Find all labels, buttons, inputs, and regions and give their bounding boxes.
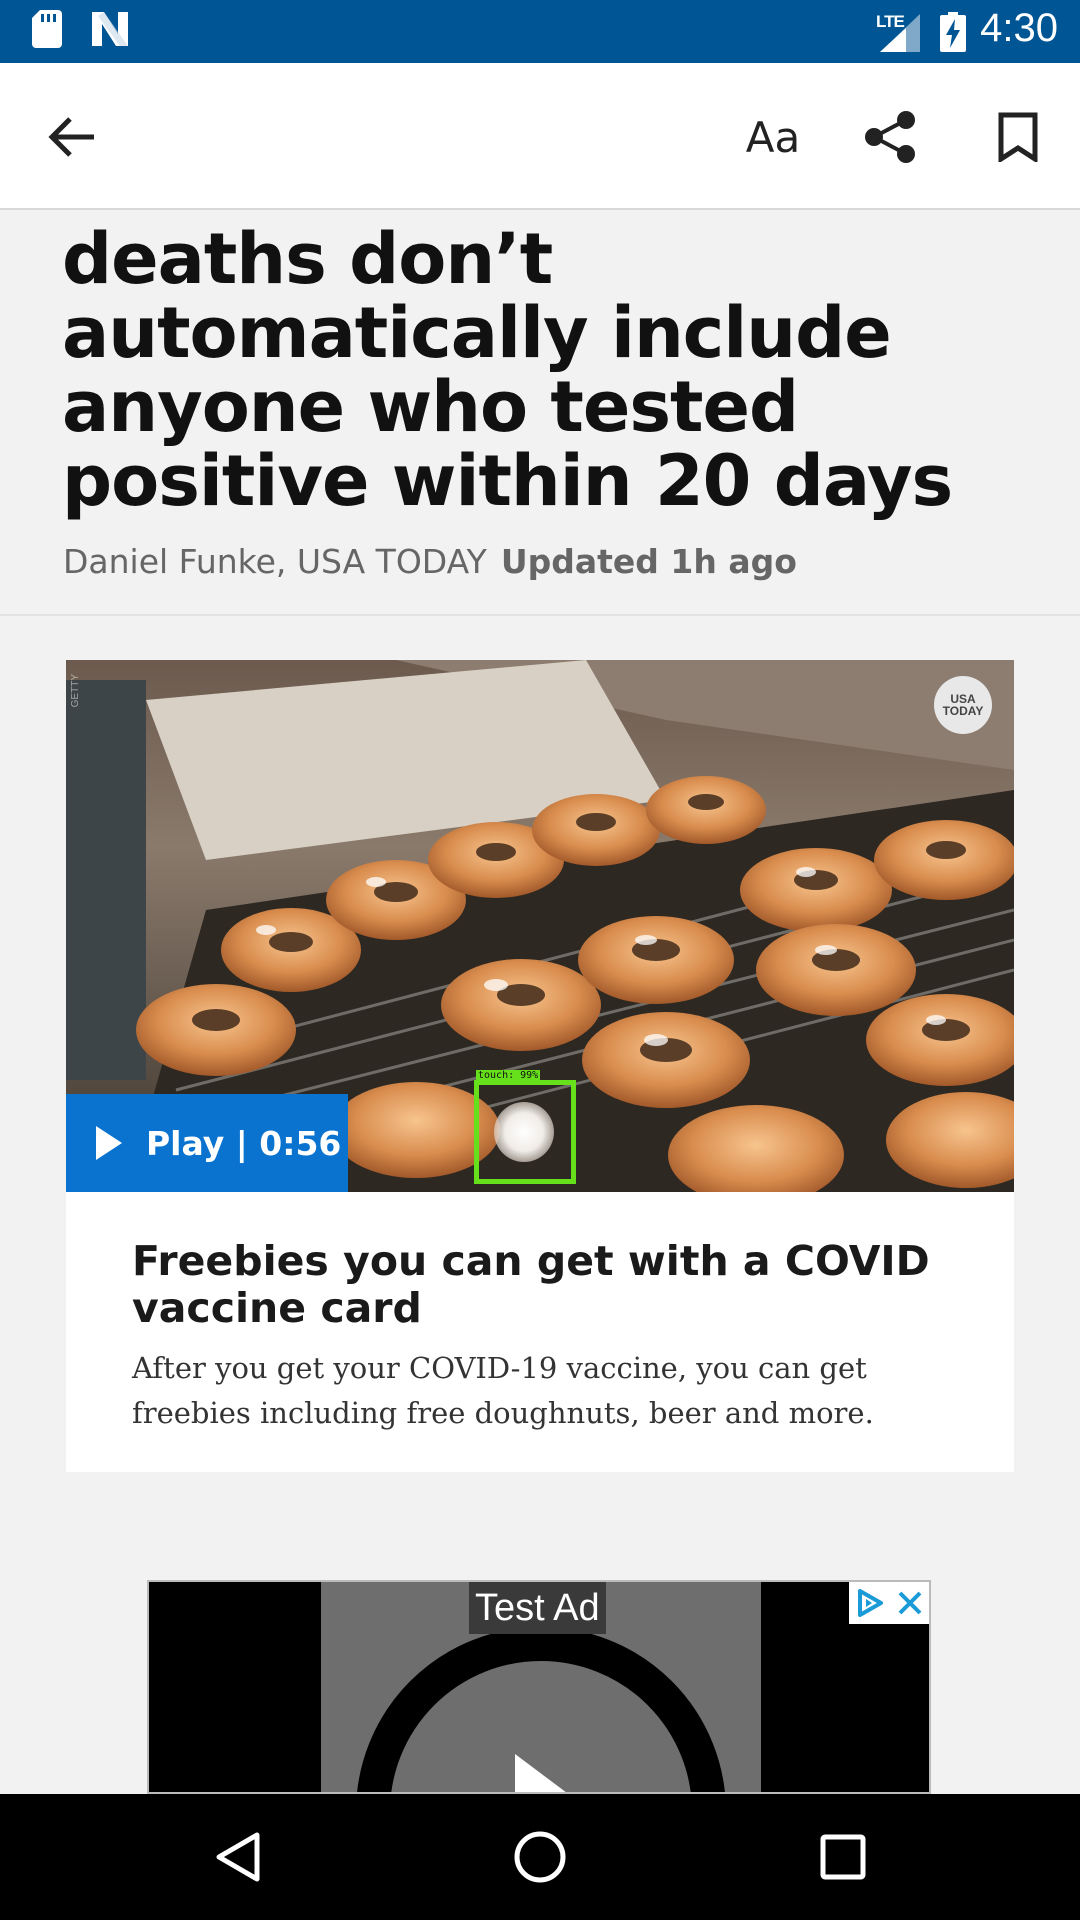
- n-notification-icon: [92, 12, 128, 46]
- play-button[interactable]: Play | 0:56: [66, 1094, 348, 1192]
- nav-back-icon: [216, 1832, 260, 1882]
- clock: 4:30: [980, 6, 1058, 50]
- video-card[interactable]: GETTY USA TODAY Play | 0:56 touch: 99% F…: [66, 660, 1014, 1472]
- close-icon[interactable]: [897, 1590, 923, 1616]
- adchoices-icon[interactable]: [855, 1588, 885, 1618]
- touch-detection-label: touch: 99%: [476, 1070, 541, 1081]
- nav-recents-button[interactable]: [808, 1822, 878, 1892]
- article-toolbar: Aa: [0, 63, 1080, 210]
- back-arrow-icon: [48, 117, 94, 157]
- sd-card-icon: [32, 10, 62, 48]
- video-description: After you get your COVID-19 vaccine, you…: [132, 1351, 874, 1430]
- share-button[interactable]: [856, 103, 924, 171]
- byline: Daniel Funke, USA TODAY Updated 1h ago: [63, 542, 797, 581]
- photo-credit: GETTY: [70, 674, 81, 708]
- usa-today-logo: USA TODAY: [934, 676, 992, 734]
- play-icon: [96, 1126, 122, 1160]
- touch-detection-box: [474, 1080, 576, 1184]
- video-title[interactable]: Freebies you can get with a COVID vaccin…: [132, 1238, 962, 1332]
- ad-label: Test Ad: [469, 1582, 606, 1634]
- article-header: deaths don’t automatically include anyon…: [0, 212, 1080, 616]
- article-headline: deaths don’t automatically include anyon…: [62, 218, 953, 522]
- lte-signal-icon: [880, 14, 920, 52]
- bookmark-button[interactable]: [984, 103, 1052, 171]
- ad-banner[interactable]: Test Ad: [147, 1580, 931, 1794]
- ad-choices[interactable]: [849, 1582, 929, 1624]
- play-label: Play | 0:56: [146, 1123, 342, 1163]
- nav-home-button[interactable]: [505, 1822, 575, 1892]
- share-icon: [865, 111, 915, 163]
- bookmark-icon: [998, 112, 1038, 162]
- text-size-button[interactable]: Aa: [730, 103, 816, 171]
- text-size-icon: Aa: [745, 112, 801, 162]
- nav-recents-icon: [820, 1834, 866, 1880]
- status-bar: LTE 4:30: [0, 0, 1080, 63]
- back-button[interactable]: [38, 103, 106, 171]
- nav-home-icon: [514, 1831, 566, 1883]
- battery-charging-icon: [940, 12, 966, 52]
- nav-back-button[interactable]: [202, 1822, 272, 1892]
- video-thumbnail[interactable]: GETTY USA TODAY Play | 0:56 touch: 99%: [66, 660, 1014, 1192]
- author: Daniel Funke, USA TODAY: [63, 542, 487, 581]
- updated-time: Updated 1h ago: [500, 542, 797, 581]
- system-nav-bar: [0, 1794, 1080, 1920]
